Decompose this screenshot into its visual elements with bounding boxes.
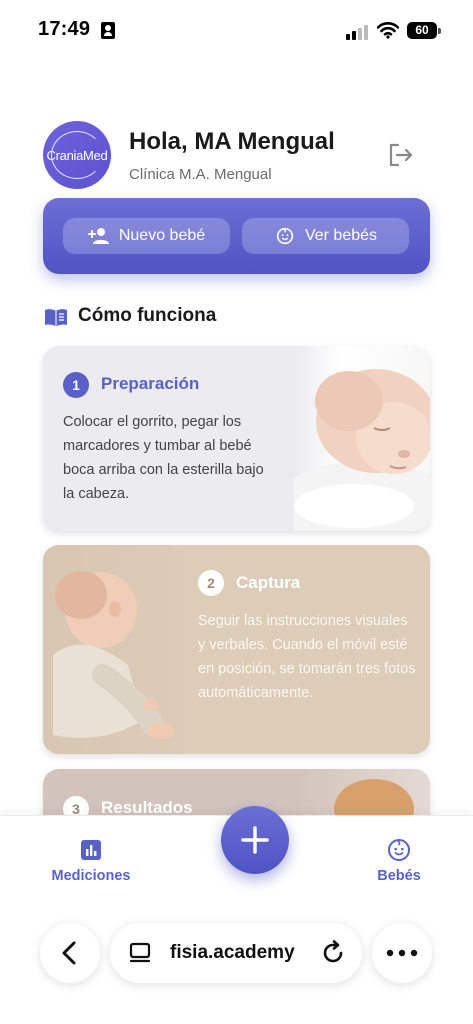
crawling-baby-image [43,545,183,754]
baby-face-icon [388,839,410,861]
nav-measurements-label: Mediciones [51,868,131,884]
battery-icon: 60 [407,22,441,39]
avatar-logo-text: CraniaMed [46,147,108,163]
wifi-icon [377,22,399,39]
browser-more-button[interactable] [372,923,432,983]
contact-card-icon [101,22,115,39]
nav-babies-label: Bebés [377,868,421,884]
step-number-badge: 2 [198,570,224,596]
sleeping-baby-image [294,346,430,531]
view-babies-button[interactable]: Ver bebés [242,218,409,254]
step-number-badge: 1 [63,372,89,398]
browser-toolbar: fisia.academy [0,905,473,1024]
nav-babies[interactable]: Bebés [344,838,454,884]
view-babies-label: Ver bebés [304,227,378,244]
quick-actions-card: Nuevo bebé Ver bebés [43,198,430,274]
status-bar: 17:49 60 [0,0,473,62]
add-button[interactable] [221,806,289,874]
add-person-icon [87,228,109,244]
address-bar[interactable]: fisia.academy [110,923,362,983]
nav-measurements[interactable]: Mediciones [36,838,146,884]
step-description: Colocar el gorrito, pegar los marcadores… [63,414,264,502]
battery-level: 60 [407,22,437,39]
baby-face-icon [276,227,294,245]
new-baby-label: Nuevo bebé [118,227,206,244]
step-card-preparation[interactable]: 1 Preparación Colocar el gorrito, pegar … [43,346,430,531]
how-it-works-title: Cómo funciona [78,305,217,326]
status-time: 17:49 [38,18,91,40]
chevron-left-icon [62,941,76,965]
step-description: Seguir las instrucciones visuales y verb… [198,613,416,701]
book-icon [45,309,67,326]
new-baby-button[interactable]: Nuevo bebé [63,218,230,254]
clinic-avatar[interactable]: CraniaMed [43,121,111,189]
logout-icon[interactable] [387,142,415,168]
app-screen: 17:49 60 CraniaMed Hola, MA Mengual Clín… [0,0,473,1024]
reload-icon[interactable] [320,940,346,966]
cellular-signal-icon [346,24,368,40]
url-text: fisia.academy [170,942,295,963]
bar-chart-icon [81,840,101,860]
step-title: Captura [236,573,301,592]
greeting-title: Hola, MA Mengual [129,128,335,155]
step-card-capture[interactable]: 2 Captura Seguir las instrucciones visua… [43,545,430,754]
tabs-icon [129,942,151,963]
plus-icon [241,826,269,854]
clinic-name: Clínica M.A. Mengual [129,166,272,183]
more-dots-icon [386,949,418,957]
step-title: Preparación [101,374,200,393]
browser-back-button[interactable] [40,923,100,983]
